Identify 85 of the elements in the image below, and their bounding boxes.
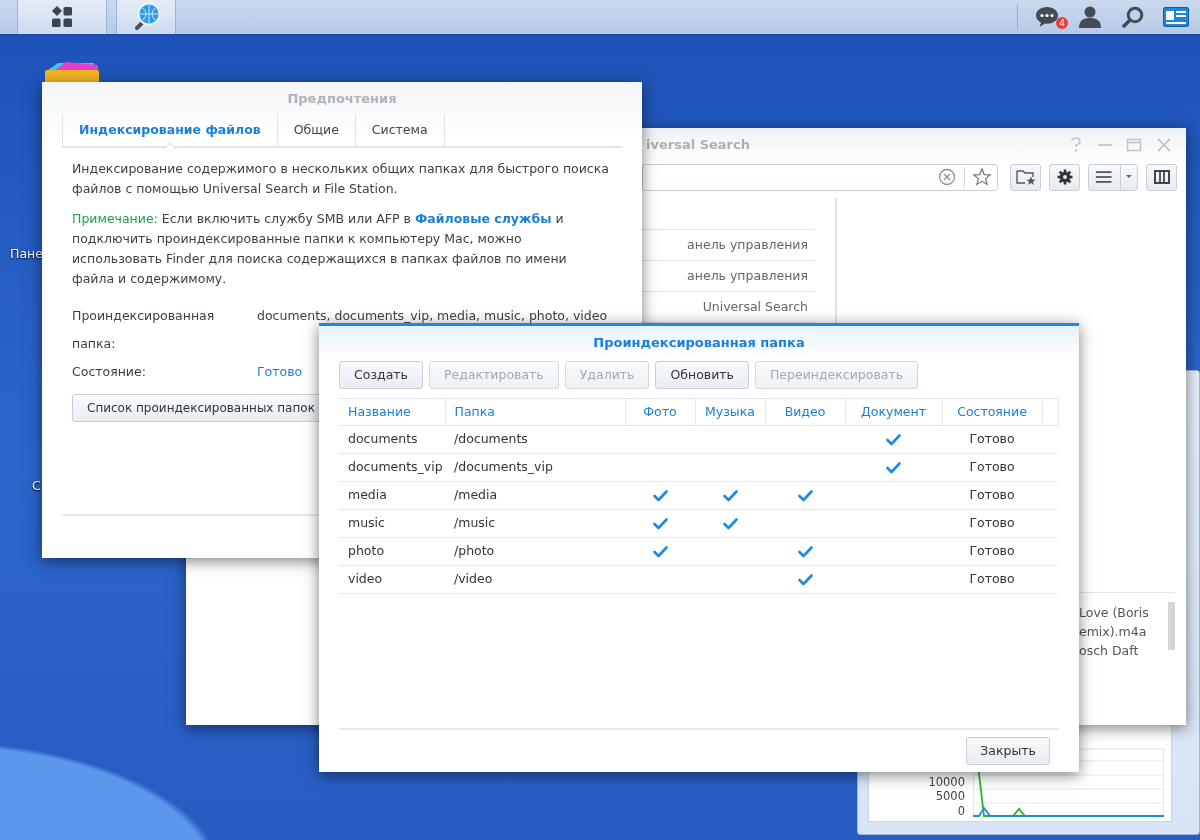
star-icon[interactable] (973, 168, 991, 186)
search-icon (1122, 6, 1144, 28)
checkmark-icon (797, 544, 813, 559)
table-cell: photo (339, 537, 445, 566)
checkmark-icon (722, 488, 738, 503)
table-cell: Готово (942, 565, 1042, 594)
grid-icon (51, 6, 73, 28)
column-header[interactable]: Музыка (695, 398, 765, 426)
description-text: Индексирование содержимого в нескольких общих папках для быстрого поиска файлов с помощью Universal Search и File Station. (72, 160, 610, 198)
window-title: Предпочтения (286, 90, 398, 108)
chat-icon (1035, 6, 1059, 28)
saved-search-button[interactable] (1010, 163, 1041, 191)
table-cell: media (339, 481, 445, 510)
maximize-icon (1126, 137, 1142, 153)
result-source[interactable]: анель управления (687, 237, 808, 252)
table-cell: Готово (942, 481, 1042, 510)
view-menu-button[interactable] (1088, 163, 1138, 191)
checkmark-icon (797, 488, 813, 503)
result-source[interactable]: анель управления (687, 268, 808, 283)
column-header[interactable]: Папка (445, 398, 625, 426)
table-cell: /photo (445, 537, 625, 566)
column-header[interactable]: Состояние (942, 398, 1042, 426)
column-header[interactable]: Видео (765, 398, 845, 426)
axis-label: 10000 (928, 774, 965, 789)
result-source[interactable]: Universal Search (702, 299, 808, 314)
notification-badge: 4 (1056, 17, 1068, 29)
table-cell: /video (445, 565, 625, 594)
close-button[interactable]: Закрыть (966, 737, 1050, 765)
toolbar-button[interactable]: Создать (339, 361, 423, 389)
column-view-button[interactable] (1146, 163, 1177, 191)
preview-text: emix).m4a (1079, 623, 1148, 641)
scrollbar-thumb[interactable] (1168, 602, 1175, 650)
axis-label: 5000 (935, 789, 965, 804)
checkmark-icon (652, 516, 668, 531)
checkmark-icon (797, 572, 813, 587)
table-cell: Готово (942, 537, 1042, 566)
desktop-icon-label[interactable]: Пане (10, 245, 43, 264)
checkmark-icon (652, 488, 668, 503)
tab[interactable]: Общие (277, 114, 356, 146)
minimize-icon (1098, 144, 1112, 146)
axis-label: 0 (957, 803, 965, 818)
status-text: Готово (257, 363, 303, 381)
preview-text: osch Daft (1079, 642, 1140, 660)
table-cell: documents (339, 425, 445, 454)
folder-icon (44, 62, 100, 84)
column-header[interactable]: Документ (845, 398, 942, 426)
table-cell: video (339, 565, 445, 594)
close-icon (1156, 137, 1172, 153)
user-icon (1079, 6, 1101, 28)
toolbar-button[interactable]: Обновить (655, 361, 749, 389)
checkmark-icon (722, 516, 738, 531)
table-cell: /documents (445, 425, 625, 454)
table-cell: Готово (942, 425, 1042, 454)
table-cell: /documents_vip (445, 453, 625, 482)
note-text: Примечание: Если включить службу SMB или AFP в Файловые службы и подключить проиндексированные папки к компьютеру Mac, можно использовать Finder для поиска содержащихся в папках файлов по имени файла и содержимому. (72, 210, 568, 288)
id-card-icon (1163, 7, 1189, 27)
help-icon (1068, 137, 1084, 153)
taskbar-app-button[interactable] (116, 0, 176, 34)
table-cell: /media (445, 481, 625, 510)
column-header[interactable]: Название (339, 398, 445, 426)
settings-button[interactable] (1049, 163, 1080, 191)
file-services-link[interactable]: Файловые службы (414, 211, 552, 226)
table-cell: music (339, 509, 445, 538)
gear-icon (1056, 169, 1073, 185)
clear-icon[interactable] (938, 168, 956, 186)
tab[interactable]: Индексирование файлов (62, 114, 278, 146)
table-cell: Готово (942, 453, 1042, 482)
checkmark-icon (886, 432, 901, 447)
column-header[interactable]: Фото (625, 398, 695, 426)
table-cell: Готово (942, 509, 1042, 538)
folder-star-icon (1015, 169, 1036, 185)
tab[interactable]: Система (355, 114, 445, 146)
checkmark-icon (886, 460, 901, 475)
window-title: iversal Search (646, 136, 750, 155)
table-cell: documents_vip (339, 453, 445, 482)
window-title: Проиндексированная папка (319, 326, 1079, 359)
columns-icon (1153, 170, 1170, 184)
desktop-icon-label[interactable]: С (32, 477, 41, 496)
checkmark-icon (652, 544, 668, 559)
search-field[interactable] (642, 163, 998, 191)
main-menu-button[interactable] (17, 0, 107, 34)
field-label: Состояние: (72, 363, 147, 381)
preview-text: Love (Boris (1079, 604, 1150, 622)
field-label: Проиндексированная папка: (72, 307, 216, 353)
table-cell: /music (445, 509, 625, 538)
